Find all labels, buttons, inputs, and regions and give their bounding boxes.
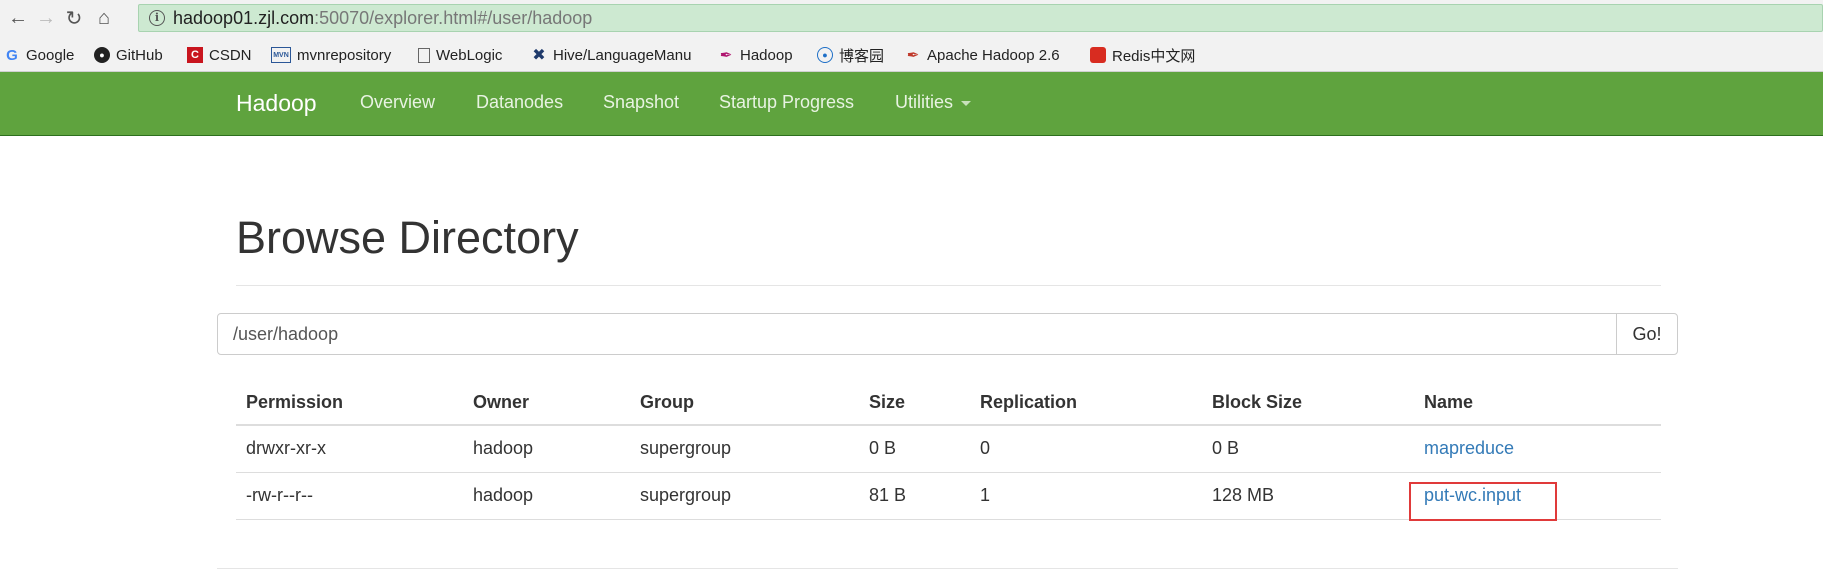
url-host: hadoop01.zjl.com [173,8,315,28]
nav-utilities[interactable]: Utilities [895,92,972,113]
url-path: :50070/explorer.html#/user/hadoop [314,8,593,28]
bookmark-redis[interactable]: Redis中文网 [1090,45,1195,65]
bookmark-google[interactable]: G Google [4,45,74,65]
bookmark-hadoop[interactable]: ✒ Hadoop [718,45,793,65]
bookmark-hive[interactable]: ✖ Hive/LanguageManu [531,45,695,65]
bookmark-label: GitHub [116,46,163,64]
header-replication[interactable]: Replication [970,380,1202,426]
nav-snapshot[interactable]: Snapshot [603,92,679,113]
cell-size: 0 B [859,425,970,473]
cell-owner: hadoop [463,472,630,520]
bookmark-github[interactable]: ● GitHub [94,45,163,65]
cell-replication: 0 [970,425,1202,473]
bookmark-label: Hadoop [740,46,793,64]
cell-block-size: 0 B [1202,425,1414,473]
cell-group: supergroup [630,472,859,520]
file-table: Permission Owner Group Size Replication … [236,380,1661,520]
cell-name: mapreduce [1414,425,1661,473]
feather-icon: ✒ [906,47,920,64]
cell-group: supergroup [630,425,859,473]
table-row: drwxr-xr-x hadoop supergroup 0 B 0 0 B m… [236,425,1661,473]
home-icon[interactable]: ⌂ [92,6,116,30]
cnblogs-icon: ● [817,47,833,63]
table-header-row: Permission Owner Group Size Replication … [236,380,1661,426]
header-group[interactable]: Group [630,380,859,426]
nav-overview[interactable]: Overview [360,92,435,113]
file-link-mapreduce[interactable]: mapreduce [1424,438,1514,458]
nav-utilities-label: Utilities [895,92,954,112]
caret-down-icon [961,100,972,106]
redis-icon [1090,47,1106,63]
bookmark-label: Redis中文网 [1112,47,1196,65]
github-icon: ● [94,47,110,63]
bookmark-mvnrepository[interactable]: MVN mvnrepository [271,45,391,65]
header-block-size[interactable]: Block Size [1202,380,1414,426]
header-owner[interactable]: Owner [463,380,630,426]
page-icon [418,47,430,63]
bottom-divider [217,568,1678,569]
reload-icon[interactable]: ↻ [62,6,86,30]
cell-permission: drwxr-xr-x [236,425,463,473]
cell-size: 81 B [859,472,970,520]
hadoop-navbar: Hadoop Overview Datanodes Snapshot Start… [0,72,1823,136]
bookmark-label: Hive/LanguageManu [553,46,692,64]
csdn-icon: C [187,47,203,63]
header-name[interactable]: Name [1414,380,1661,426]
cell-owner: hadoop [463,425,630,473]
browser-toolbar: ← → ↻ ⌂ i hadoop01.zjl.com:50070/explore… [0,0,1823,36]
navbar-brand[interactable]: Hadoop [236,90,317,117]
mvn-icon: MVN [271,47,291,63]
bookmark-cnblogs[interactable]: ● 博客园 [817,45,884,65]
nav-startup-progress[interactable]: Startup Progress [719,92,854,113]
cell-block-size: 128 MB [1202,472,1414,520]
bookmarks-bar: G Google ● GitHub C CSDN MVN mvnreposito… [0,36,1823,72]
path-input[interactable] [217,313,1617,355]
nav-datanodes[interactable]: Datanodes [476,92,563,113]
directory-search: Go! [217,313,1678,355]
bookmark-apache-hadoop[interactable]: ✒ Apache Hadoop 2.6 [905,45,1072,65]
feather-icon: ✒ [719,47,733,64]
page-title: Browse Directory [236,212,579,263]
back-arrow-icon[interactable]: ← [6,6,30,30]
header-size[interactable]: Size [859,380,970,426]
file-link-put-wc-input[interactable]: put-wc.input [1424,485,1521,505]
table-row: -rw-r--r-- hadoop supergroup 81 B 1 128 … [236,472,1661,520]
bookmark-weblogic[interactable]: WebLogic [418,45,502,65]
cell-replication: 1 [970,472,1202,520]
bookmark-label: 博客园 [839,47,885,65]
cell-name: put-wc.input [1414,472,1661,520]
hive-icon: ✖ [532,47,546,64]
url-text: hadoop01.zjl.com:50070/explorer.html#/us… [173,8,592,29]
forward-arrow-icon[interactable]: → [34,6,58,30]
bookmark-label: Google [26,46,75,64]
bookmark-label: mvnrepository [297,46,392,64]
site-info-icon[interactable]: i [149,10,165,26]
bookmark-csdn[interactable]: C CSDN [187,45,252,65]
bookmark-label: WebLogic [436,46,503,64]
bookmark-label: Apache Hadoop 2.6 [927,46,1060,64]
address-bar[interactable]: i hadoop01.zjl.com:50070/explorer.html#/… [138,4,1823,32]
go-button[interactable]: Go! [1616,313,1678,355]
google-icon: G [6,46,18,64]
title-divider [236,285,1661,286]
cell-permission: -rw-r--r-- [236,472,463,520]
bookmark-label: CSDN [209,46,252,64]
header-permission[interactable]: Permission [236,380,463,426]
